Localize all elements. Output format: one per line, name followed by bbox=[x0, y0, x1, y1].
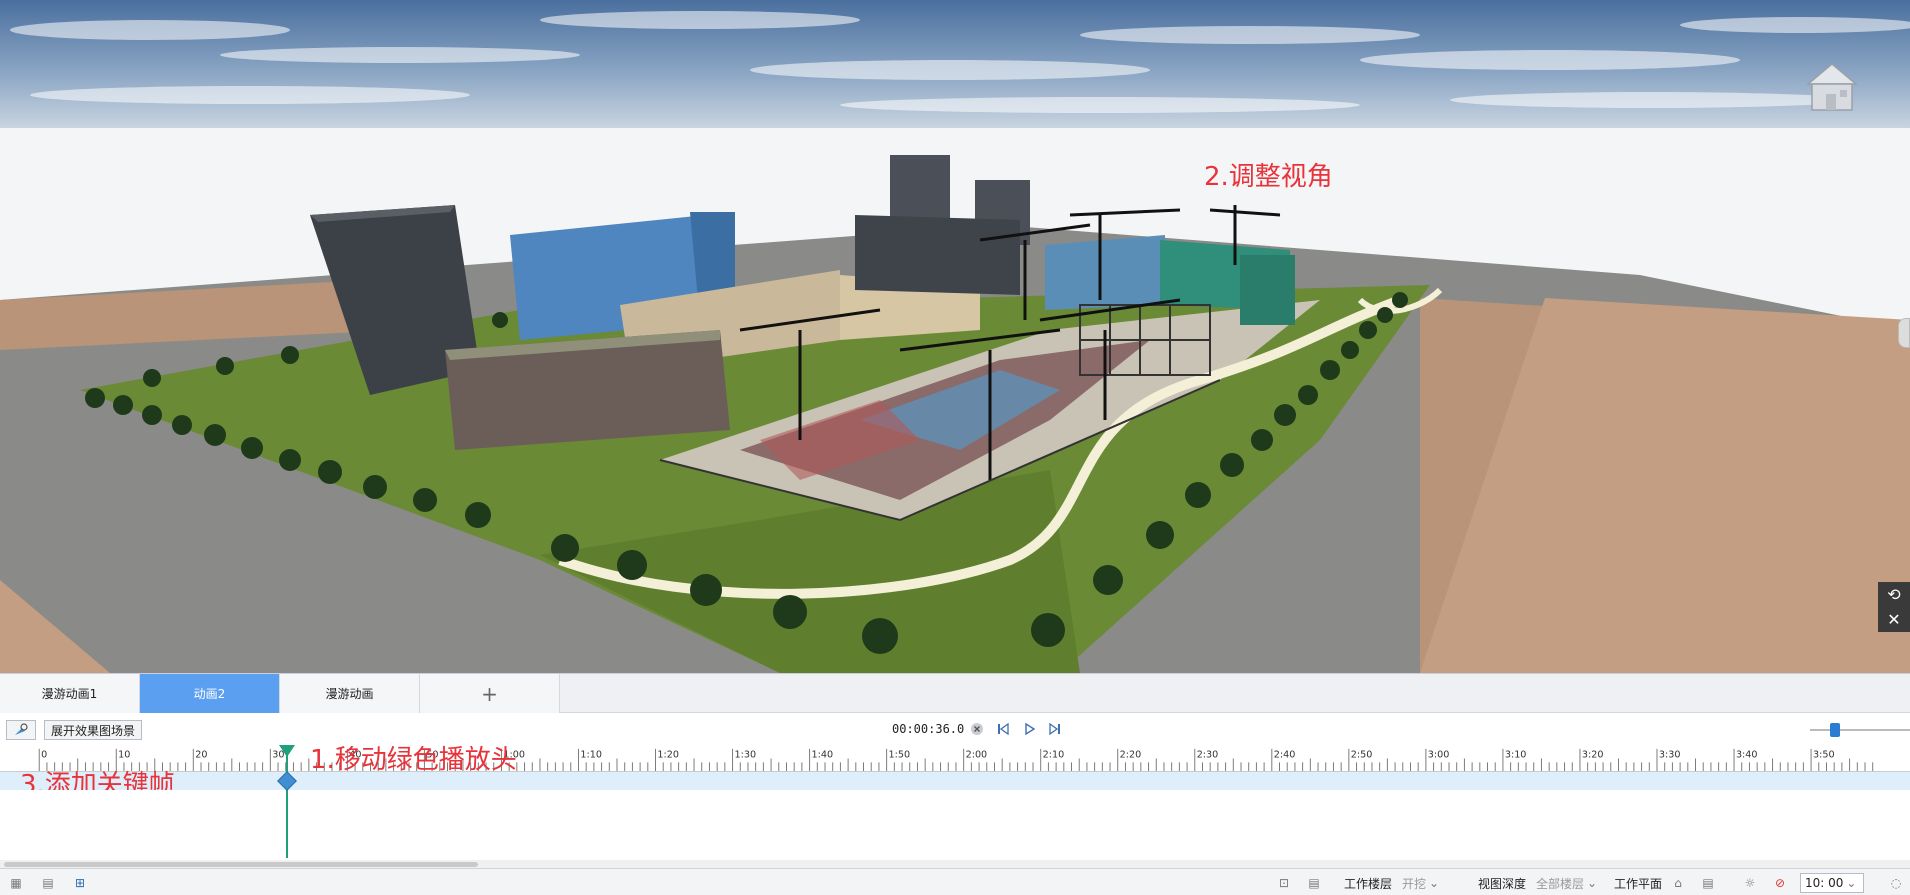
ruler-tick-label: 3:00 bbox=[1428, 750, 1450, 761]
layout-grid-icon[interactable]: ⊞ bbox=[72, 874, 88, 892]
ruler-tick-label: 1:30 bbox=[734, 750, 756, 761]
previous-frame-icon[interactable] bbox=[994, 720, 1012, 738]
viewport-tools: ⟲ ✕ bbox=[1878, 582, 1910, 632]
timeline-controls: 展开效果图场景 00:00:36.0 bbox=[0, 713, 1910, 745]
annotation-adjust-view: 2.调整视角 bbox=[1204, 162, 1333, 192]
close-icon[interactable]: ✕ bbox=[1887, 611, 1900, 628]
sun-icon[interactable]: ☼ bbox=[1742, 874, 1758, 892]
add-tab-button[interactable]: + bbox=[420, 674, 560, 713]
playhead-handle[interactable] bbox=[279, 745, 295, 757]
ruler-tick-label: 1:20 bbox=[657, 750, 679, 761]
reset-view-icon[interactable]: ⟲ bbox=[1887, 586, 1900, 603]
house-icon[interactable] bbox=[1800, 58, 1864, 118]
work-plane[interactable]: 工作平面 ⌂ bbox=[1614, 874, 1686, 892]
expand-scene-button[interactable]: 展开效果图场景 bbox=[44, 720, 143, 740]
document-icon[interactable]: ▤ bbox=[1306, 874, 1322, 892]
ruler-tick-label: 2:10 bbox=[1043, 750, 1065, 761]
shield-icon[interactable]: ◌ bbox=[1888, 874, 1904, 892]
add-camera-icon[interactable] bbox=[6, 720, 36, 740]
work-plane-label: 工作平面 bbox=[1614, 876, 1663, 891]
chevron-down-icon: ⌄ bbox=[1587, 876, 1598, 890]
tab-label: 漫游动画1 bbox=[41, 687, 98, 701]
chevron-down-icon: ⌄ bbox=[1429, 876, 1440, 890]
ruler-tick-label: 3:50 bbox=[1813, 750, 1835, 761]
ruler-tick-label: 1:10 bbox=[580, 750, 602, 761]
ruler-tick-label: 0 bbox=[41, 750, 47, 761]
play-icon[interactable] bbox=[1020, 720, 1038, 738]
layout-single-icon[interactable]: ▦ bbox=[8, 874, 24, 892]
animation-tabs: 漫游动画1 动画2 漫游动画 + bbox=[0, 673, 1910, 713]
scale-value: 10: 00 bbox=[1805, 876, 1844, 890]
scrollbar-thumb[interactable] bbox=[4, 862, 478, 867]
horizontal-scrollbar[interactable] bbox=[0, 860, 1910, 868]
zoom-extents-icon[interactable]: ⊡ bbox=[1276, 874, 1292, 892]
current-time: 00:00:36.0 bbox=[892, 722, 965, 736]
tab-animation-2[interactable]: 动画2 bbox=[140, 674, 280, 713]
construction-site-scene bbox=[0, 0, 1910, 673]
view-depth-value: 全部楼层 bbox=[1536, 876, 1585, 891]
ruler-tick-label: 2:50 bbox=[1351, 750, 1373, 761]
ruler-tick-label: 2:00 bbox=[966, 750, 988, 761]
layout-split-icon[interactable]: ▤ bbox=[40, 874, 56, 892]
3d-viewport[interactable]: ⟲ ✕ 2.调整视角 bbox=[0, 0, 1910, 673]
ruler-tick-label: 2:30 bbox=[1197, 750, 1219, 761]
next-frame-icon[interactable] bbox=[1046, 720, 1064, 738]
ruler-tick-label: 2:20 bbox=[1120, 750, 1142, 761]
ruler-tick-label: 1:50 bbox=[889, 750, 911, 761]
tab-label: 动画2 bbox=[193, 687, 226, 701]
ruler-tick-label: 3:20 bbox=[1582, 750, 1604, 761]
ruler-tick-label: 2:40 bbox=[1274, 750, 1296, 761]
tab-label: 漫游动画 bbox=[325, 687, 374, 701]
timeline-zoom-slider[interactable] bbox=[1810, 721, 1910, 739]
plus-icon: + bbox=[481, 681, 498, 706]
ruler-tick-label: 1:40 bbox=[812, 750, 834, 761]
clear-icon[interactable] bbox=[968, 720, 986, 738]
work-floor[interactable]: 工作楼层 开挖 ⌄ bbox=[1344, 874, 1442, 892]
work-plane-icon[interactable]: ⌂ bbox=[1670, 875, 1686, 891]
search-icon[interactable]: ⊘ bbox=[1772, 874, 1788, 892]
ruler-tick-label: 3:40 bbox=[1736, 750, 1758, 761]
view-depth-label: 视图深度 bbox=[1478, 876, 1527, 891]
ruler-tick-label: 10 bbox=[118, 750, 130, 761]
tab-roaming-animation-1[interactable]: 漫游动画1 bbox=[0, 674, 140, 713]
chevron-down-icon: ⌄ bbox=[1846, 876, 1857, 890]
view-depth[interactable]: 视图深度 全部楼层 ⌄ bbox=[1478, 874, 1600, 892]
ruler-tick-label: 20 bbox=[195, 750, 207, 761]
side-panel-tab[interactable] bbox=[1898, 318, 1910, 348]
scale-select[interactable]: 10: 00 ⌄ bbox=[1800, 873, 1865, 893]
playhead-line[interactable] bbox=[286, 750, 288, 858]
ruler-tick-label: 3:10 bbox=[1505, 750, 1527, 761]
work-floor-value: 开挖 bbox=[1402, 876, 1427, 891]
annotation-move-playhead: 1.移动绿色播放头 bbox=[310, 745, 517, 775]
tab-roaming-animation[interactable]: 漫游动画 bbox=[280, 674, 420, 713]
work-floor-label: 工作楼层 bbox=[1344, 876, 1393, 891]
ruler-tick-label: 3:30 bbox=[1659, 750, 1681, 761]
status-bar: ▦ ▤ ⊞ ⊡ ▤ 工作楼层 开挖 ⌄ 视图深度 全部楼层 ⌄ 工作平面 ⌂ ▤… bbox=[0, 868, 1910, 895]
properties-icon[interactable]: ▤ bbox=[1700, 874, 1716, 892]
